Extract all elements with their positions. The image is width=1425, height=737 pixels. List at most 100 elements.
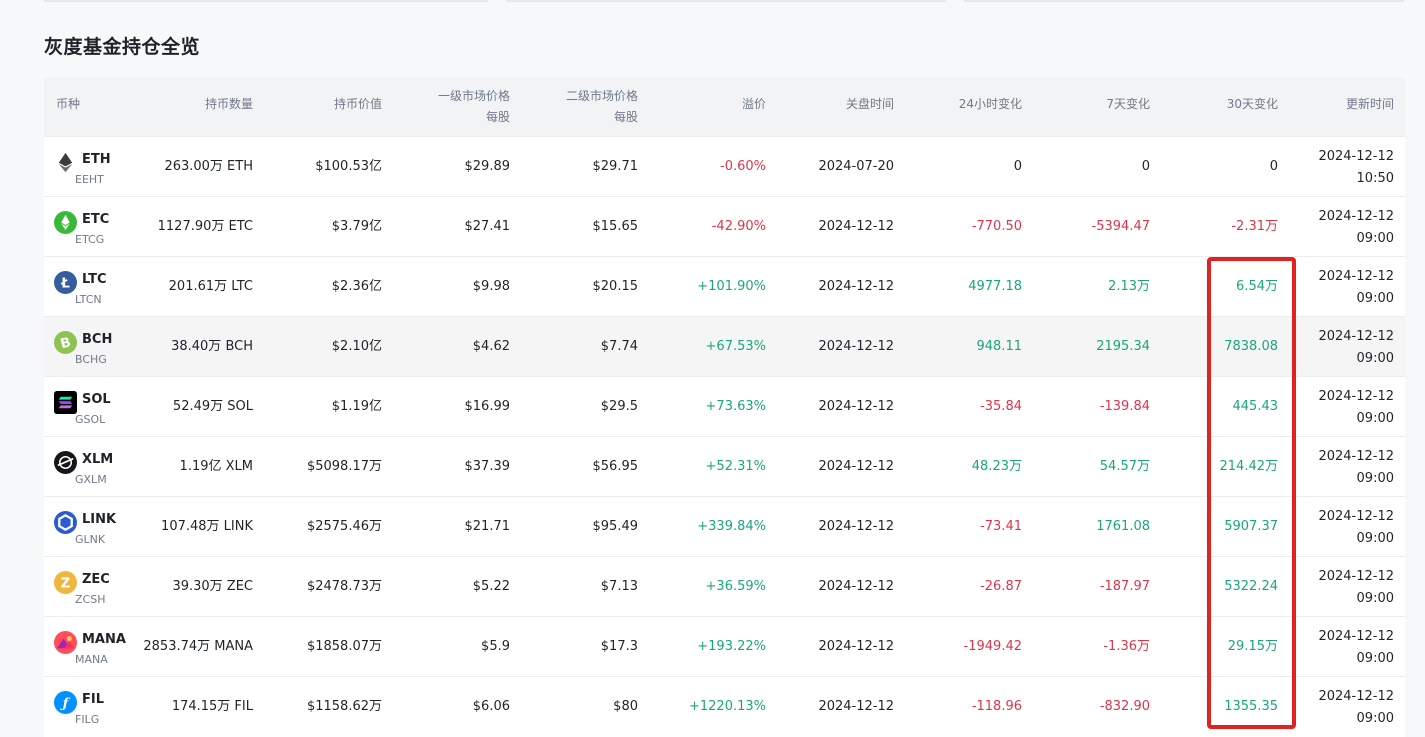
secondary-price-cell: $17.3 xyxy=(600,639,638,654)
value-cell: $1.19亿 xyxy=(331,399,382,414)
close-time-cell: 2024-12-12 xyxy=(818,519,894,534)
header-holdings[interactable]: 持币数量 xyxy=(205,94,253,115)
coin-symbol: LINK xyxy=(82,512,117,527)
premium-cell: +1220.13% xyxy=(688,699,766,714)
premium-cell: +193.22% xyxy=(697,639,766,654)
update-time-cell: 2024-12-12 09:00 xyxy=(1318,686,1394,730)
secondary-price-cell: $29.71 xyxy=(592,159,639,174)
header-coin[interactable]: 币种 xyxy=(56,94,80,115)
table-row[interactable]: B BCH BCHG 38.40万 BCH $2.10亿 $4.62 $7.74… xyxy=(44,316,1405,376)
update-date: 2024-12-12 xyxy=(1318,149,1394,164)
coin-symbol: LTC xyxy=(82,272,107,287)
update-date: 2024-12-12 xyxy=(1318,629,1394,644)
change-7d-cell: -139.84 xyxy=(1099,399,1150,414)
primary-price-cell: $6.06 xyxy=(472,699,510,714)
holdings-cell: 174.15万 FIL xyxy=(171,699,253,714)
change-24h-cell: 4977.18 xyxy=(968,279,1022,294)
premium-cell: +73.63% xyxy=(705,399,766,414)
coin-cell[interactable]: ƒ FIL FILG xyxy=(54,689,174,729)
primary-price-cell: $4.62 xyxy=(472,339,510,354)
coin-cell[interactable]: ETC ETCG xyxy=(54,209,174,249)
change-24h-cell: -26.87 xyxy=(980,579,1022,594)
header-change-7d[interactable]: 7天变化 xyxy=(1106,94,1150,115)
red-highlight-box xyxy=(1207,257,1296,729)
svg-text:Ł: Ł xyxy=(60,276,70,291)
change-7d-cell: 1761.08 xyxy=(1096,519,1150,534)
trust-ticker: MANA xyxy=(75,653,108,666)
secondary-price-cell: $7.74 xyxy=(600,339,638,354)
close-time-cell: 2024-12-12 xyxy=(818,579,894,594)
value-cell: $2.10亿 xyxy=(331,339,382,354)
header-update-time[interactable]: 更新时间 xyxy=(1346,94,1394,115)
update-time-cell: 2024-12-12 09:00 xyxy=(1318,266,1394,310)
header-change-24h[interactable]: 24小时变化 xyxy=(959,94,1022,115)
header-value[interactable]: 持币价值 xyxy=(334,94,382,115)
coin-symbol: SOL xyxy=(82,392,111,407)
table-row[interactable]: MANA MANA 2853.74万 MANA $1858.07万 $5.9 $… xyxy=(44,616,1405,676)
table-row[interactable]: ETC ETCG 1127.90万 ETC $3.79亿 $27.41 $15.… xyxy=(44,196,1405,256)
holdings-cell: 1.19亿 XLM xyxy=(179,459,253,474)
premium-cell: +101.90% xyxy=(697,279,766,294)
change-24h-cell: 0 xyxy=(1013,159,1022,174)
trust-ticker: GXLM xyxy=(75,473,107,486)
update-clock: 09:00 xyxy=(1356,291,1394,306)
update-date: 2024-12-12 xyxy=(1318,509,1394,524)
litecoin-icon: Ł xyxy=(54,271,77,294)
close-time-cell: 2024-12-12 xyxy=(818,339,894,354)
update-clock: 09:00 xyxy=(1356,411,1394,426)
table-row[interactable]: XLM GXLM 1.19亿 XLM $5098.17万 $37.39 $56.… xyxy=(44,436,1405,496)
table-row[interactable]: Ł LTC LTCN 201.61万 LTC $2.36亿 $9.98 $20.… xyxy=(44,256,1405,316)
trust-ticker: ETCG xyxy=(75,233,105,246)
close-time-cell: 2024-07-20 xyxy=(818,159,894,174)
change-24h-cell: -1949.42 xyxy=(963,639,1022,654)
coin-cell[interactable]: Z ZEC ZCSH xyxy=(54,569,174,609)
table-row[interactable]: Z ZEC ZCSH 39.30万 ZEC $2478.73万 $5.22 $7… xyxy=(44,556,1405,616)
header-change-30d[interactable]: 30天变化 xyxy=(1227,94,1278,115)
change-30d-cell: 0 xyxy=(1269,159,1278,174)
update-date: 2024-12-12 xyxy=(1318,689,1394,704)
change-7d-cell: -832.90 xyxy=(1099,699,1150,714)
update-clock: 09:00 xyxy=(1356,231,1394,246)
table-row[interactable]: ƒ FIL FILG 174.15万 FIL $1158.62万 $6.06 $… xyxy=(44,676,1405,736)
trust-ticker: GLNK xyxy=(75,533,106,546)
coin-symbol: XLM xyxy=(82,452,114,467)
update-time-cell: 2024-12-12 09:00 xyxy=(1318,386,1394,430)
change-7d-cell: 2.13万 xyxy=(1108,279,1150,294)
header-primary-price-line2: 每股 xyxy=(485,110,510,124)
holdings-table: 币种 持币数量 持币价值 一级市场价格 每股 二级市场价格 每股 溢价 关盘时间… xyxy=(44,78,1405,737)
update-date: 2024-12-12 xyxy=(1318,389,1394,404)
table-row[interactable]: LINK GLNK 107.48万 LINK $2575.46万 $21.71 … xyxy=(44,496,1405,556)
table-row[interactable]: SOL GSOL 52.49万 SOL $1.19亿 $16.99 $29.5 … xyxy=(44,376,1405,436)
holdings-cell: 52.49万 SOL xyxy=(172,399,253,414)
value-cell: $1158.62万 xyxy=(306,699,382,714)
stellar-icon xyxy=(54,451,77,474)
update-time-cell: 2024-12-12 09:00 xyxy=(1318,506,1394,550)
update-date: 2024-12-12 xyxy=(1318,269,1394,284)
decentraland-icon xyxy=(54,631,77,654)
secondary-price-cell: $56.95 xyxy=(592,459,639,474)
table-row[interactable]: ETH EEHT 263.00万 ETH $100.53亿 $29.89 $29… xyxy=(44,136,1405,196)
trust-ticker: EEHT xyxy=(75,173,104,186)
premium-cell: +36.59% xyxy=(705,579,766,594)
value-cell: $5098.17万 xyxy=(306,459,382,474)
update-date: 2024-12-12 xyxy=(1318,329,1394,344)
coin-cell[interactable]: LINK GLNK xyxy=(54,509,174,549)
premium-cell: +67.53% xyxy=(705,339,766,354)
trust-ticker: LTCN xyxy=(75,293,102,306)
header-premium[interactable]: 溢价 xyxy=(742,94,766,115)
coin-cell[interactable]: XLM GXLM xyxy=(54,449,174,489)
update-clock: 09:00 xyxy=(1356,471,1394,486)
header-secondary-price[interactable]: 二级市场价格 每股 xyxy=(566,86,638,128)
coin-cell[interactable]: SOL GSOL xyxy=(54,389,174,429)
change-7d-cell: 0 xyxy=(1141,159,1150,174)
change-24h-cell: 48.23万 xyxy=(971,459,1022,474)
close-time-cell: 2024-12-12 xyxy=(818,219,894,234)
coin-cell[interactable]: ETH EEHT xyxy=(54,149,174,189)
header-close-time[interactable]: 关盘时间 xyxy=(846,94,894,115)
coin-cell[interactable]: Ł LTC LTCN xyxy=(54,269,174,309)
holdings-cell: 2853.74万 MANA xyxy=(143,639,253,654)
value-cell: $1858.07万 xyxy=(306,639,382,654)
header-primary-price[interactable]: 一级市场价格 每股 xyxy=(438,86,510,128)
coin-cell[interactable]: B BCH BCHG xyxy=(54,329,174,369)
holdings-cell: 39.30万 ZEC xyxy=(172,579,253,594)
